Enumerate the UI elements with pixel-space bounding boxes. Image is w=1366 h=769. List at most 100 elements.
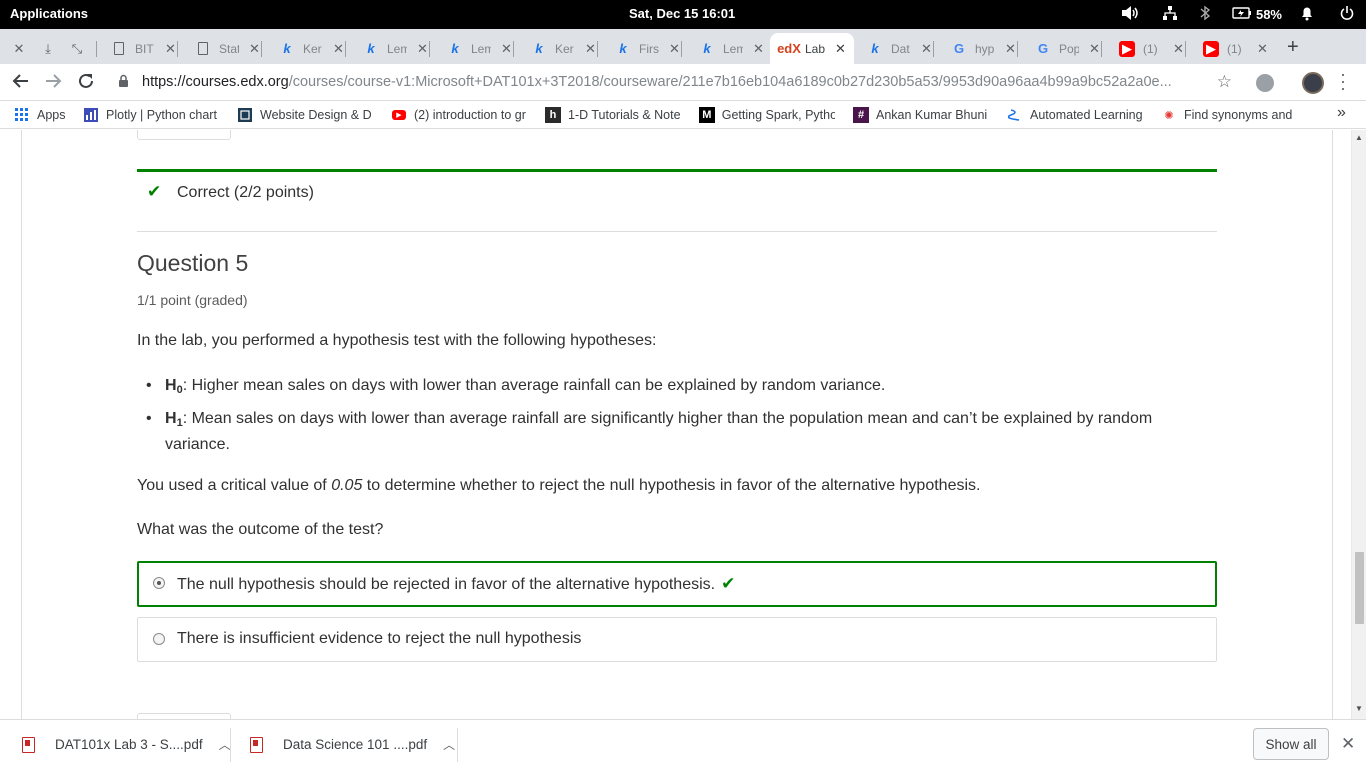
k-icon: k	[451, 41, 459, 56]
browser-tab[interactable]: BIT ✕	[111, 33, 178, 64]
volume-icon[interactable]	[1120, 5, 1140, 24]
bookmark-website-design[interactable]: Website Design & D	[237, 107, 373, 123]
tab-close-icon[interactable]: ✕	[921, 41, 932, 57]
tab-close-icon[interactable]: ✕	[1005, 41, 1016, 57]
tab-label: BIT	[135, 41, 154, 56]
tab-close-icon[interactable]: ✕	[165, 41, 176, 57]
bookmark-synonyms[interactable]: ✺ Find synonyms and	[1161, 107, 1297, 123]
browser-tab[interactable]: k Lem ✕	[699, 33, 764, 64]
browser-tab[interactable]: k Ker ✕	[279, 33, 346, 64]
tab-label: (1)	[1143, 41, 1158, 56]
show-all-downloads-button[interactable]: Show all	[1253, 728, 1329, 760]
browser-tab[interactable]: k Lem ✕	[363, 33, 430, 64]
tab-close-icon[interactable]: ✕	[1173, 41, 1184, 57]
bell-icon[interactable]	[1300, 5, 1314, 24]
bookmark-label: 1-D Tutorials & Note	[568, 108, 681, 122]
bookmark-label: Find synonyms and	[1184, 108, 1293, 122]
radio-button-selected[interactable]	[153, 577, 165, 589]
question-intro: In the lab, you performed a hypothesis t…	[137, 332, 657, 349]
answer-option-reject-null[interactable]: The null hypothesis should be rejected i…	[137, 561, 1217, 607]
bookmark-youtube[interactable]: ▶ (2) introduction to gr	[391, 107, 527, 123]
browser-tab[interactable]: k Lem ✕	[447, 33, 514, 64]
bookmark-label: Getting Spark, Pytho	[721, 108, 835, 122]
forward-button[interactable]	[44, 72, 62, 96]
slack-icon: #	[853, 107, 869, 123]
bookmark-ankan[interactable]: # Ankan Kumar Bhuni	[853, 107, 989, 123]
browser-tab-active[interactable]: edX Lab ✕	[770, 33, 854, 64]
browser-tab[interactable]: k Firs ✕	[615, 33, 682, 64]
bookmarks-overflow-icon[interactable]: »	[1337, 104, 1346, 122]
reload-button[interactable]	[77, 72, 95, 96]
page-scrollbar[interactable]: ▲ ▼	[1351, 130, 1366, 719]
browser-tab[interactable]: k Dat ✕	[867, 33, 934, 64]
back-button[interactable]	[12, 72, 30, 96]
tab-close-icon[interactable]: ✕	[501, 41, 512, 57]
question-points: 1/1 point (graded)	[137, 292, 248, 308]
correct-checkmark-icon: ✔	[721, 574, 736, 593]
bluetooth-icon[interactable]	[1200, 5, 1211, 24]
answer-option-insufficient-evidence[interactable]: There is insufficient evidence to reject…	[137, 617, 1217, 662]
tab-close-icon[interactable]: ✕	[585, 41, 596, 57]
tab-close-icon[interactable]: ✕	[333, 41, 344, 57]
download-icon[interactable]: ⤓	[40, 33, 56, 64]
bookmark-tutorials[interactable]: h 1-D Tutorials & Note	[545, 107, 681, 123]
profile-avatar[interactable]	[1302, 72, 1324, 94]
tab-close-icon[interactable]: ✕	[249, 41, 260, 57]
tab-close-icon[interactable]: ✕	[1089, 41, 1100, 57]
crit-text-after: to determine whether to reject the null …	[362, 477, 981, 494]
browser-tab[interactable]: ▶ (1) ✕	[1203, 33, 1268, 64]
tab-close-icon[interactable]: ✕	[753, 41, 764, 57]
close-icon[interactable]: ✕	[1341, 734, 1355, 754]
bookmark-apps[interactable]: Apps	[14, 107, 66, 123]
download-item[interactable]: DAT101x Lab 3 - S....pdf ︿	[22, 720, 231, 769]
applications-menu[interactable]: Applications	[10, 6, 88, 21]
more-menu-icon[interactable]: · · ·	[1340, 65, 1346, 97]
lock-icon[interactable]	[118, 74, 129, 91]
collapse-icon[interactable]: ⤡	[69, 33, 97, 64]
bookmark-spark[interactable]: M Getting Spark, Pytho	[699, 107, 835, 123]
edx-icon: edX	[777, 41, 801, 56]
address-bar[interactable]: https://courses.edx.org/courses/course-v…	[108, 68, 1250, 97]
bookmark-plotly[interactable]: Plotly | Python chart	[83, 107, 219, 123]
k-icon: k	[535, 41, 543, 56]
chevron-up-icon[interactable]: ︿	[443, 736, 455, 753]
tab-close-icon[interactable]: ✕	[417, 41, 428, 57]
tab-close-icon[interactable]: ✕	[1257, 41, 1268, 57]
browser-tab[interactable]: G Pop ✕	[1035, 33, 1102, 64]
close-window-icon[interactable]: ✕	[11, 33, 27, 64]
browser-tab[interactable]: G hyp ✕	[951, 33, 1018, 64]
medium-icon: M	[699, 107, 715, 123]
bookmark-automl[interactable]: Automated Learning	[1007, 107, 1143, 123]
tab-close-icon[interactable]: ✕	[835, 41, 846, 57]
download-item[interactable]: Data Science 101 ....pdf ︿	[250, 720, 455, 769]
youtube-icon: ▶	[1119, 40, 1135, 57]
battery-icon	[1232, 7, 1252, 19]
hypothesis-label: H	[165, 410, 177, 427]
scroll-down-arrow-icon[interactable]: ▼	[1355, 704, 1363, 713]
browser-tab[interactable]: k Ker ✕	[531, 33, 598, 64]
network-icon[interactable]	[1162, 5, 1178, 24]
bookmark-star-icon[interactable]: ☆	[1217, 72, 1232, 92]
battery-indicator[interactable]: 58%	[1232, 7, 1282, 22]
radio-button[interactable]	[153, 633, 165, 645]
browser-tab[interactable]: Stat ✕	[195, 33, 262, 64]
scrollbar-thumb[interactable]	[1355, 552, 1364, 624]
tab-close-icon[interactable]: ✕	[669, 41, 680, 57]
browser-tab[interactable]: ▶ (1) ✕	[1119, 33, 1186, 64]
reload-icon	[79, 73, 93, 88]
pdf-file-icon	[250, 736, 263, 753]
tab-label: Lem	[723, 41, 743, 56]
bookmark-label: Website Design & D	[260, 108, 372, 122]
url-path: /courses/course-v1:Microsoft+DAT101x+3T2…	[288, 74, 1172, 90]
k-icon: k	[871, 41, 879, 56]
url-text[interactable]: https://courses.edx.org/courses/course-v…	[142, 74, 1212, 90]
new-tab-button[interactable]: +	[1287, 36, 1299, 59]
battery-percent: 58%	[1255, 7, 1282, 22]
submit-button-remnant[interactable]	[137, 130, 231, 140]
scroll-up-arrow-icon[interactable]: ▲	[1355, 133, 1363, 142]
extension-icon[interactable]	[1256, 74, 1274, 92]
power-icon[interactable]	[1340, 5, 1354, 24]
system-clock[interactable]: Sat, Dec 15 16:01	[629, 6, 735, 21]
k-icon: k	[619, 41, 627, 56]
chevron-up-icon[interactable]: ︿	[219, 736, 231, 753]
